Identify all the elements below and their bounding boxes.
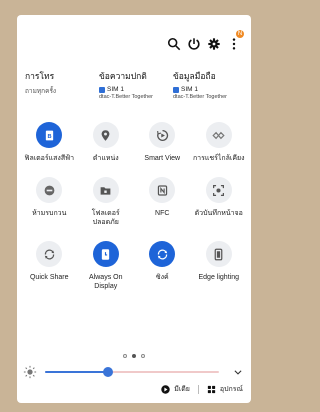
tile-label: Edge lighting <box>198 274 239 281</box>
tile-label: การแชร์ไกล้เคียง <box>192 155 245 162</box>
devices-label: อุปกรณ์ <box>219 386 243 393</box>
media-label: มีเดีย <box>174 386 190 393</box>
brightness-fill <box>45 371 108 373</box>
notification-badge: N <box>236 30 244 38</box>
tile-blue-light-filter[interactable]: B ฟิลเตอร์แสงสีฟ้า <box>21 122 78 163</box>
tile-secure-folder[interactable]: โฟลเดอร์ปลอดภัย <box>78 177 135 227</box>
sim-data-sim: SIM 1 <box>181 86 198 93</box>
brightness-handle[interactable] <box>102 367 113 377</box>
page-dot-active[interactable] <box>132 354 136 358</box>
gear-icon[interactable] <box>204 34 224 54</box>
tile-label: Always On Display <box>89 274 123 290</box>
tile-label: ฟิลเตอร์แสงสีฟ้า <box>24 155 74 162</box>
sim-calls-value: ถามทุกครั้ง <box>25 88 57 95</box>
smart-view-icon[interactable] <box>149 122 176 148</box>
secure-folder-icon[interactable] <box>92 177 119 203</box>
power-icon[interactable] <box>184 34 204 54</box>
svg-text:B: B <box>47 133 51 139</box>
nfc-icon[interactable] <box>149 177 176 203</box>
top-icon-bar: N <box>164 30 244 54</box>
quick-share-icon[interactable] <box>36 241 63 267</box>
tile-always-on-display[interactable]: Always On Display <box>78 241 135 291</box>
play-icon <box>161 385 170 394</box>
media-button[interactable]: มีเดีย <box>161 384 190 395</box>
nearby-share-icon[interactable] <box>205 122 232 148</box>
sim-calls-title: การโทร <box>25 71 55 81</box>
sim-icon <box>173 86 179 93</box>
sync-icon[interactable] <box>149 241 176 267</box>
tile-label: ซิงค์ <box>155 274 169 281</box>
devices-button[interactable]: อุปกรณ์ <box>207 384 243 395</box>
more-vertical-icon[interactable]: N <box>224 30 244 54</box>
location-icon[interactable] <box>92 122 119 148</box>
screen-recorder-icon[interactable] <box>205 177 232 203</box>
quick-settings-panel: N การโทร ถามทุกครั้ง ข้อความปกติ SIM 1 d… <box>17 15 251 403</box>
tile-label: โฟลเดอร์ปลอดภัย <box>91 210 120 226</box>
sim-messages[interactable]: ข้อความปกติ SIM 1 dtac-T.Better Together <box>99 69 173 100</box>
tile-smart-view[interactable]: Smart View <box>134 122 191 163</box>
chevron-down-icon[interactable] <box>233 367 243 377</box>
devices-grid-icon <box>207 385 216 394</box>
sim-data-operator: dtac-T.Better Together <box>173 94 228 100</box>
sim-calls[interactable]: การโทร ถามทุกครั้ง <box>25 69 99 100</box>
tile-label: NFC <box>155 210 170 217</box>
tile-screen-recorder[interactable]: ตัวบันทึกหน้าจอ <box>191 177 248 227</box>
page-indicator <box>17 354 251 358</box>
page-dot[interactable] <box>123 354 127 358</box>
sim-settings: การโทร ถามทุกครั้ง ข้อความปกติ SIM 1 dta… <box>25 69 247 100</box>
page-dot[interactable] <box>141 354 145 358</box>
sim-data-title: ข้อมูลมือถือ <box>173 71 216 81</box>
tile-quick-share[interactable]: Quick Share <box>21 241 78 291</box>
divider <box>197 385 199 394</box>
tile-nfc[interactable]: NFC <box>134 177 191 227</box>
tile-do-not-disturb[interactable]: ห้ามรบกวน <box>21 177 78 227</box>
quick-tiles-grid: B ฟิลเตอร์แสงสีฟ้า ตำแหน่ง Smart View กา… <box>21 122 247 291</box>
tile-label: ตัวบันทึกหน้าจอ <box>194 210 243 217</box>
tile-label: ตำแหน่ง <box>92 155 119 162</box>
sim-mobile-data[interactable]: ข้อมูลมือถือ SIM 1 dtac-T.Better Togethe… <box>173 69 247 100</box>
tile-location[interactable]: ตำแหน่ง <box>78 122 135 163</box>
sim-messages-title: ข้อความปกติ <box>99 71 147 81</box>
blue-light-filter-icon[interactable]: B <box>36 122 63 148</box>
tile-edge-lighting[interactable]: Edge lighting <box>191 241 248 291</box>
tile-label: ห้ามรบกวน <box>32 210 67 217</box>
always-on-display-icon[interactable] <box>92 241 119 267</box>
sim-messages-sim: SIM 1 <box>107 86 124 93</box>
brightness-slider[interactable] <box>45 367 219 377</box>
brightness-sun-icon <box>23 365 37 379</box>
tile-sync[interactable]: ซิงค์ <box>134 241 191 291</box>
sim-messages-operator: dtac-T.Better Together <box>99 94 154 100</box>
search-icon[interactable] <box>164 34 184 54</box>
tile-label: Quick Share <box>29 274 69 281</box>
tile-label: Smart View <box>144 155 181 162</box>
sim-icon <box>99 86 105 93</box>
tile-nearby-share[interactable]: การแชร์ไกล้เคียง <box>191 122 248 163</box>
do-not-disturb-icon[interactable] <box>36 177 63 203</box>
edge-lighting-icon[interactable] <box>205 241 232 267</box>
bottom-bar: มีเดีย อุปกรณ์ <box>161 384 243 395</box>
brightness-bar <box>23 365 243 379</box>
